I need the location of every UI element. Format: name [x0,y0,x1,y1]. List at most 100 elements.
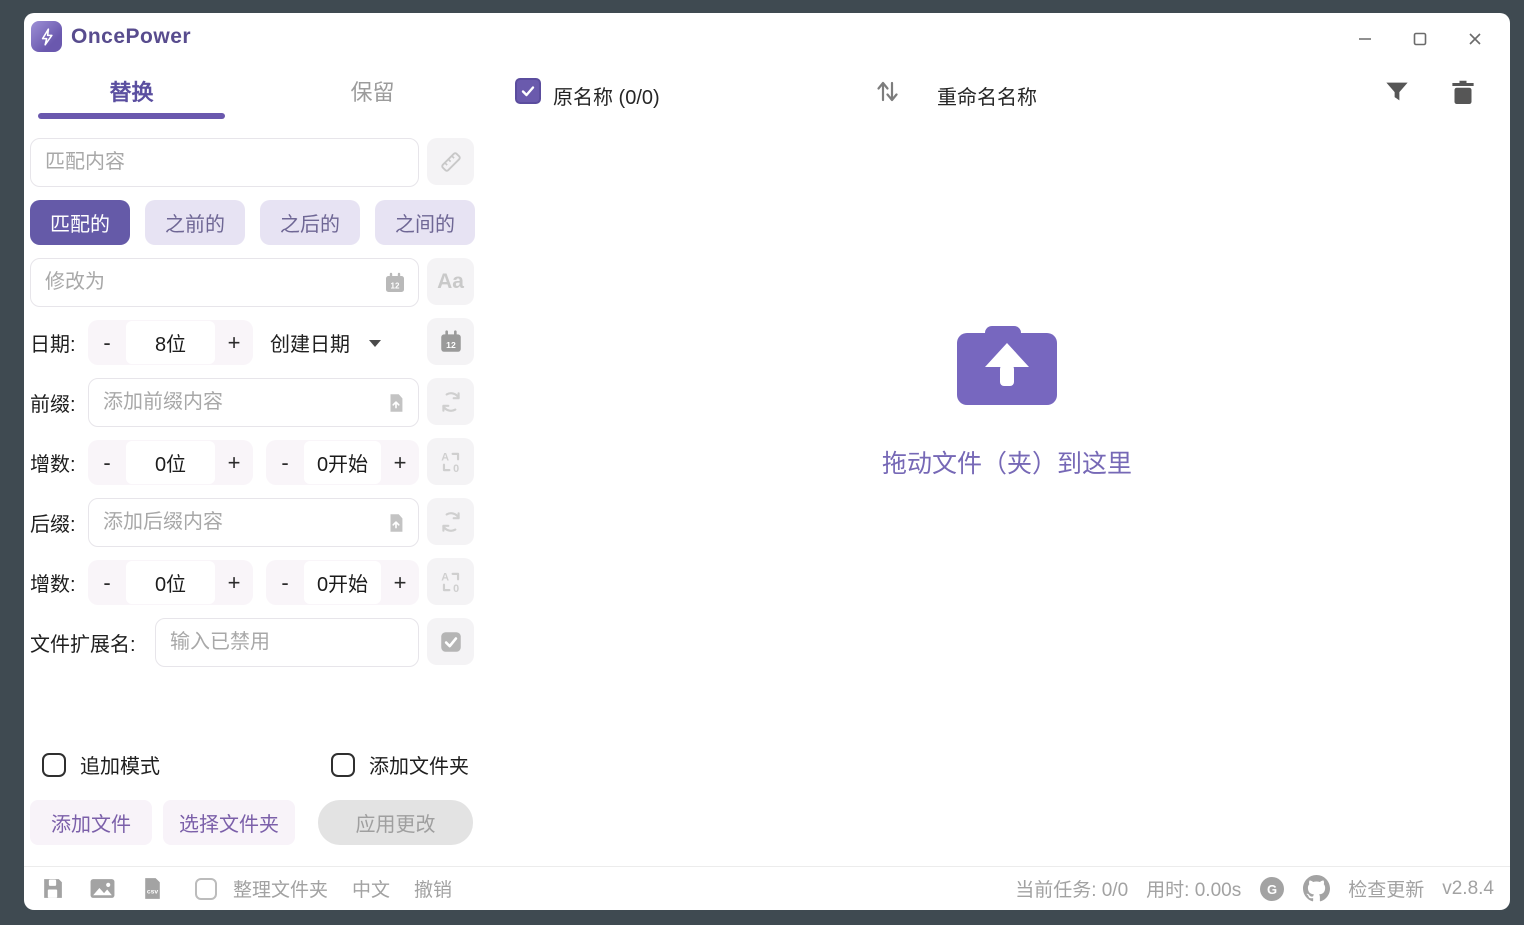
apply-changes-button[interactable]: 应用更改 [318,800,473,845]
mode-button-before[interactable]: 之前的 [145,200,245,245]
date-type-value: 创建日期 [270,328,350,357]
mode-button-between[interactable]: 之间的 [375,200,475,245]
append-mode-option[interactable]: 追加模式 [42,750,160,779]
suffix-label: 后缀: [30,498,76,547]
github-icon[interactable] [1303,875,1330,902]
extension-toggle-button[interactable] [427,618,474,665]
language-toggle[interactable]: 中文 [352,875,390,902]
check-update-link[interactable]: 检查更新 [1348,875,1424,902]
a-to-zero-icon: A 0 [438,449,464,475]
insert-date-button[interactable]: 12 [427,318,474,365]
select-all-checkbox[interactable] [515,78,541,104]
append-mode-checkbox[interactable] [42,753,66,777]
organize-folder-checkbox[interactable] [195,878,217,900]
prefix-digits-minus[interactable]: - [88,440,126,485]
drop-zone[interactable]: 拖动文件（夹）到这里 [504,153,1510,653]
svg-text:A: A [441,571,449,583]
current-task-status: 当前任务: 0/0 [1015,875,1128,902]
date-digits-value: 8位 [126,321,215,364]
suffix-digits-plus[interactable]: + [215,560,253,605]
svg-text:csv: csv [147,889,159,896]
checked-box-icon [438,629,464,655]
date-digits-minus[interactable]: - [88,320,126,365]
prefix-start-value: 0开始 [304,441,381,484]
suffix-digits-minus[interactable]: - [88,560,126,605]
window-controls [1329,26,1494,52]
prefix-input[interactable] [88,378,419,427]
prefix-start-plus[interactable]: + [381,440,419,485]
a-to-zero-icon: A 0 [438,569,464,595]
tab-keep[interactable]: 保留 [279,75,466,107]
svg-text:0: 0 [453,582,459,594]
prefix-numbering-button[interactable]: A 0 [427,438,474,485]
select-folder-button[interactable]: 选择文件夹 [163,800,295,845]
ruler-button[interactable] [427,138,474,185]
svg-text:12: 12 [446,339,456,349]
active-tab-indicator [38,113,225,119]
date-digits-plus[interactable]: + [215,320,253,365]
suffix-input-wrap [88,498,419,547]
refresh-icon [438,509,464,535]
prefix-label: 前缀: [30,378,76,427]
check-icon [520,83,536,99]
app-title: OncePower [71,25,191,49]
add-files-button[interactable]: 添加文件 [30,800,152,845]
save-icon[interactable] [40,876,65,901]
date-type-select[interactable]: 创建日期 [270,318,382,367]
add-folder-option[interactable]: 添加文件夹 [331,750,469,779]
suffix-input[interactable] [88,498,419,547]
suffix-digits-stepper: - 0位 + [88,560,253,605]
extension-label: 文件扩展名: [30,618,136,667]
filter-icon[interactable] [1382,77,1412,107]
match-input-wrap [30,138,419,187]
image-export-icon[interactable] [89,876,116,901]
prefix-start-minus[interactable]: - [266,440,304,485]
prefix-digits-stepper: - 0位 + [88,440,253,485]
lightning-icon [36,26,58,48]
date-digits-stepper: - 8位 + [88,320,253,365]
match-input[interactable] [30,138,419,187]
minimize-button[interactable] [1346,26,1384,52]
prefix-loop-button[interactable] [427,378,474,425]
add-folder-checkbox[interactable] [331,753,355,777]
sort-icon[interactable] [872,76,902,106]
minimize-icon [1357,31,1373,47]
trash-icon[interactable] [1448,77,1478,107]
close-icon [1467,31,1483,47]
suffix-start-stepper: - 0开始 + [266,560,419,605]
date-label: 日期: [30,318,76,367]
undo-button[interactable]: 撤销 [414,875,452,902]
suffix-start-plus[interactable]: + [381,560,419,605]
prefix-digits-value: 0位 [126,441,215,484]
extension-input[interactable] [155,618,419,667]
suffix-increment-label: 增数: [30,558,76,607]
suffix-loop-button[interactable] [427,498,474,545]
chevron-down-icon [368,338,382,348]
suffix-numbering-button[interactable]: A 0 [427,558,474,605]
case-button[interactable]: Aa [427,258,474,305]
maximize-icon [1412,31,1428,47]
suffix-start-minus[interactable]: - [266,560,304,605]
status-bar: csv 整理文件夹 中文 撤销 当前任务: 0/0 用时: 0.00s G [24,866,1510,910]
suffix-start-value: 0开始 [304,561,381,604]
mode-button-after[interactable]: 之后的 [260,200,360,245]
extension-input-wrap [155,618,419,667]
tab-replace[interactable]: 替换 [38,75,225,107]
renamed-header: 重命名名称 [937,81,1037,110]
svg-text:A: A [441,451,449,463]
mode-button-match[interactable]: 匹配的 [30,200,130,245]
case-icon: Aa [437,270,464,294]
drop-zone-text: 拖动文件（夹）到这里 [882,444,1132,480]
folder-upload-icon [956,326,1058,406]
version-label: v2.8.4 [1442,878,1494,900]
svg-text:0: 0 [453,462,459,474]
prefix-digits-plus[interactable]: + [215,440,253,485]
maximize-button[interactable] [1401,26,1439,52]
suffix-digits-value: 0位 [126,561,215,604]
gitee-icon[interactable]: G [1259,876,1285,902]
csv-export-icon[interactable]: csv [140,876,165,901]
calendar-icon: 12 [438,329,464,355]
close-button[interactable] [1456,26,1494,52]
prefix-input-wrap [88,378,419,427]
replace-input[interactable] [30,258,419,307]
